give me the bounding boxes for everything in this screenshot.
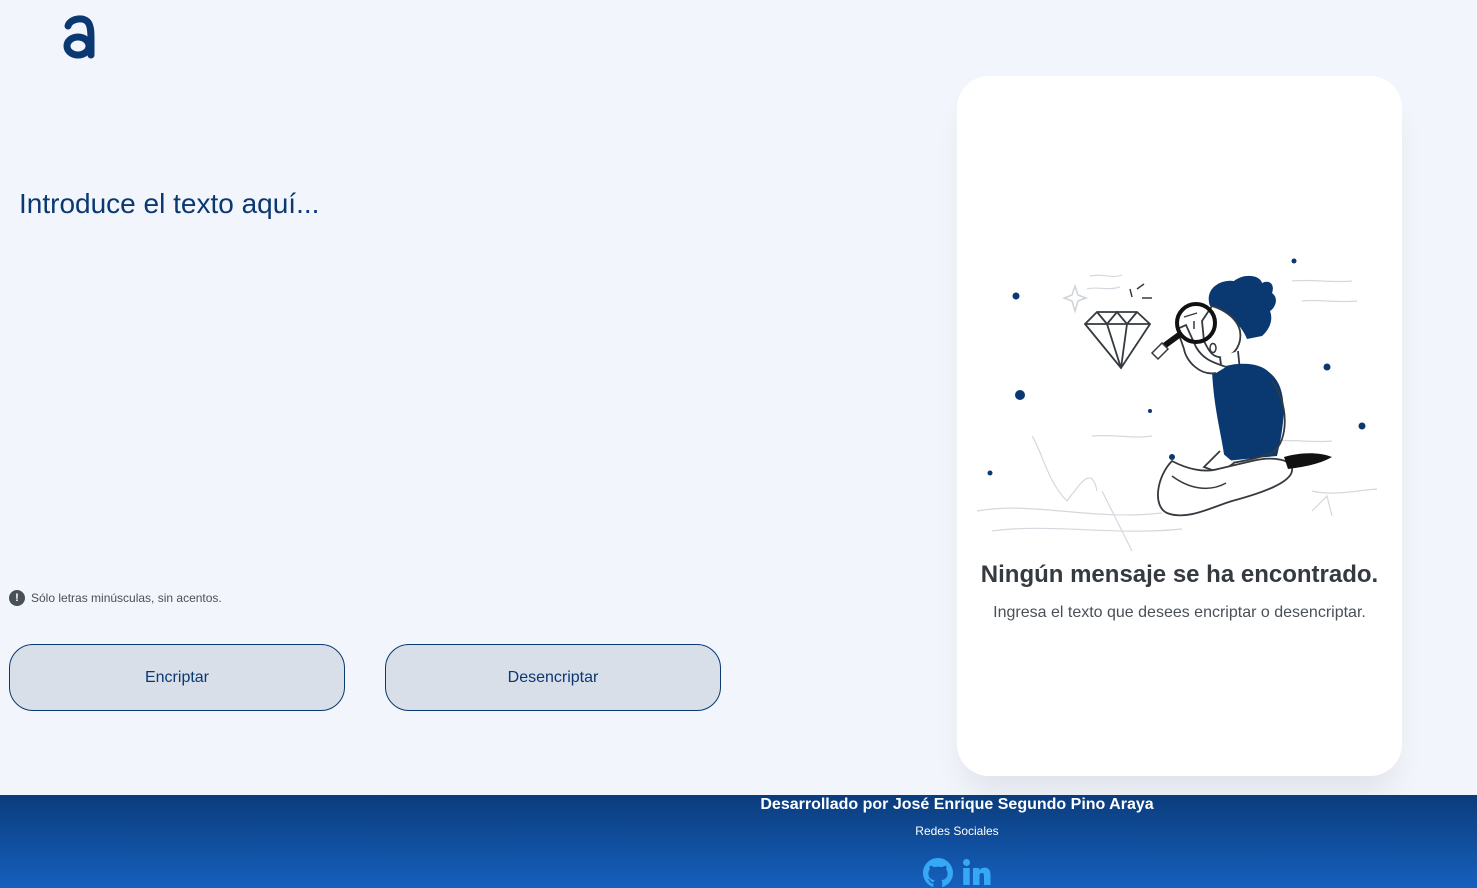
linkedin-icon[interactable] xyxy=(962,858,992,888)
logo-icon[interactable] xyxy=(60,14,100,60)
encrypt-button[interactable]: Encriptar xyxy=(9,644,345,711)
message-input[interactable] xyxy=(8,180,888,560)
hint: ! Sólo letras minúsculas, sin acentos. xyxy=(9,590,222,606)
exclamation-circle-icon: ! xyxy=(9,590,25,606)
decrypt-button[interactable]: Desencriptar xyxy=(385,644,721,711)
github-icon[interactable] xyxy=(922,857,954,888)
footer-developer: Desarrollado por José Enrique Segundo Pi… xyxy=(760,796,1154,813)
footer-social-label: Redes Sociales xyxy=(915,824,999,838)
hint-text: Sólo letras minúsculas, sin acentos. xyxy=(31,591,222,605)
social-links xyxy=(922,857,992,888)
footer: Desarrollado por José Enrique Segundo Pi… xyxy=(0,795,1477,888)
result-subtitle: Ingresa el texto que desees encriptar o … xyxy=(993,604,1366,621)
person-with-magnifying-glass-illustration xyxy=(976,258,1378,552)
result-card: Ningún mensaje se ha encontrado. Ingresa… xyxy=(957,76,1402,776)
page: ! Sólo letras minúsculas, sin acentos. E… xyxy=(0,0,1477,888)
result-title: Ningún mensaje se ha encontrado. xyxy=(980,561,1379,588)
